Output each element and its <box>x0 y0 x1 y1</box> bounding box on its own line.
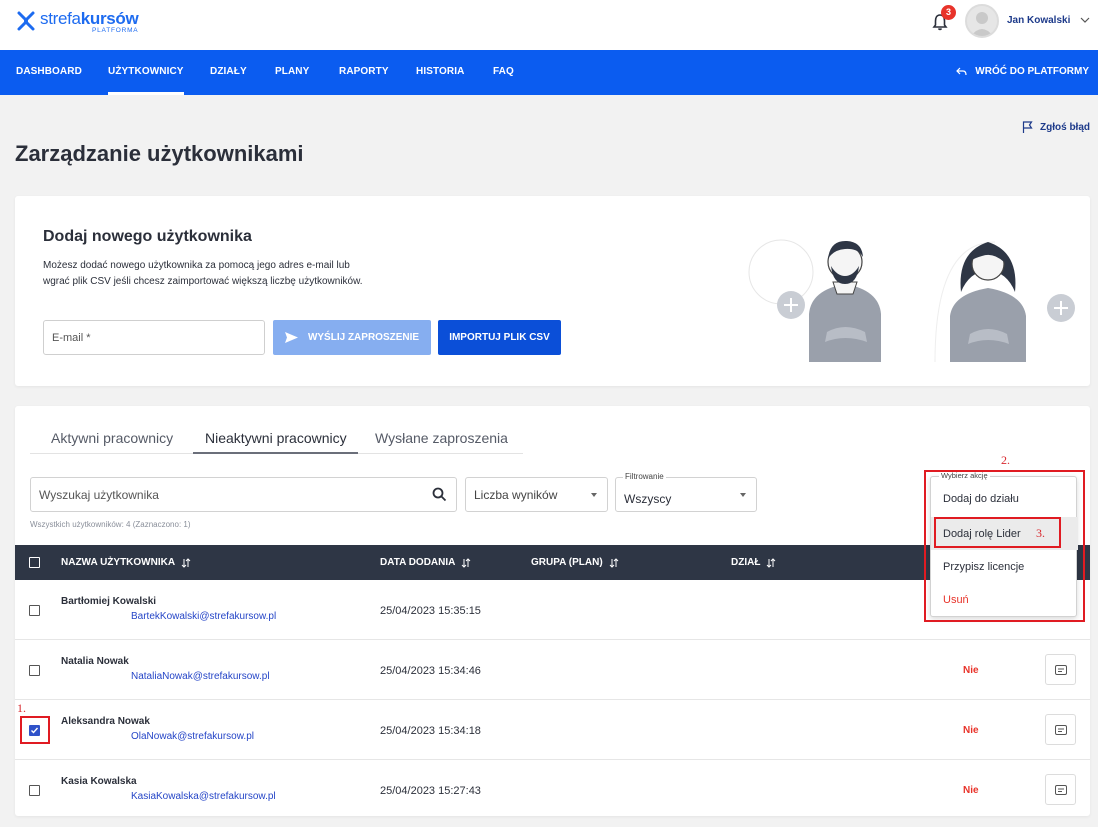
filter-select[interactable]: Filtrowanie Wszyscy <box>615 472 757 512</box>
report-bug-label: Zgłoś błąd <box>1040 121 1090 133</box>
date-added-cell: 25/04/2023 15:27:43 <box>380 785 481 797</box>
user-name-cell: Natalia Nowak <box>61 656 129 667</box>
date-added-cell: 25/04/2023 15:35:15 <box>380 605 481 617</box>
license-button[interactable] <box>1045 774 1076 805</box>
table-row: Kasia Kowalska KasiaKowalska@strefakurso… <box>15 760 1090 820</box>
search-input[interactable]: Wyszukaj użytkownika <box>30 477 457 512</box>
user-name[interactable]: Jan Kowalski <box>1007 15 1070 26</box>
brand-logo[interactable]: strefakursów PLATFORMA <box>15 9 139 35</box>
column-user-name[interactable]: NAZWA UŻYTKOWNIKA <box>61 557 191 568</box>
license-button[interactable] <box>1045 714 1076 745</box>
search-icon[interactable] <box>432 487 447 502</box>
send-icon <box>284 332 298 343</box>
status-cell: Nie <box>963 785 979 796</box>
back-label: WRÓĆ DO PLATFORMY <box>975 66 1089 77</box>
user-email-link[interactable]: NataliaNowak@strefakursow.pl <box>131 671 270 682</box>
add-users-illustration-icon <box>748 239 1075 362</box>
add-user-description: Możesz dodać nowego użytkownika za pomoc… <box>43 258 403 290</box>
annotation-step-3: 3. <box>1036 526 1045 540</box>
user-email-link[interactable]: BartekKowalski@strefakursow.pl <box>131 611 276 622</box>
table-row: Natalia Nowak NataliaNowak@strefakursow.… <box>15 640 1090 700</box>
license-button[interactable] <box>1045 654 1076 685</box>
nav-plans[interactable]: PLANY <box>275 66 309 77</box>
send-invitation-label: WYŚLIJ ZAPROSZENIE <box>307 332 420 343</box>
column-group-plan[interactable]: GRUPA (PLAN) <box>531 557 619 568</box>
row-checkbox[interactable] <box>29 605 40 616</box>
user-avatar-icon <box>971 12 993 36</box>
user-name-cell: Aleksandra Nowak <box>61 716 150 727</box>
sort-icon <box>181 557 191 568</box>
brand-name-bold: kursów <box>80 9 139 28</box>
notification-badge: 3 <box>941 5 956 20</box>
nav-reports[interactable]: RAPORTY <box>339 66 389 77</box>
user-name-cell: Kasia Kowalska <box>61 776 137 787</box>
logo-mark-icon <box>17 11 35 31</box>
table-row: Aleksandra Nowak OlaNowak@strefakursow.p… <box>15 700 1090 760</box>
date-added-cell: 25/04/2023 15:34:46 <box>380 665 481 677</box>
sort-icon <box>609 557 619 568</box>
status-cell: Nie <box>963 665 979 676</box>
search-placeholder: Wyszukaj użytkownika <box>39 488 159 502</box>
ticket-icon <box>1055 725 1067 735</box>
column-department-label: DZIAŁ <box>731 557 761 568</box>
users-count: Wszystkich użytkowników: 4 (Zaznaczono: … <box>30 520 191 529</box>
main-nav: DASHBOARD UŻYTKOWNICY DZIAŁY PLANY RAPOR… <box>0 50 1098 95</box>
column-group-plan-label: GRUPA (PLAN) <box>531 557 603 568</box>
import-csv-button[interactable]: IMPORTUJ PLIK CSV <box>438 320 561 355</box>
user-email-link[interactable]: KasiaKowalska@strefakursow.pl <box>131 791 276 802</box>
add-user-description-line-2: wgrać plik CSV jeśli chcesz zaimportować… <box>43 276 363 287</box>
back-arrow-icon <box>956 67 967 76</box>
add-user-description-line-1: Możesz dodać nowego użytkownika za pomoc… <box>43 260 350 271</box>
flag-icon <box>1022 121 1033 133</box>
annotation-box-checkbox <box>20 716 50 744</box>
top-bar: strefakursów PLATFORMA 3 Jan Kowalski <box>0 0 1098 50</box>
add-user-card: Dodaj nowego użytkownika Możesz dodać no… <box>15 196 1090 386</box>
annotation-step-1: 1. <box>17 701 26 715</box>
column-department[interactable]: DZIAŁ <box>731 557 776 568</box>
back-to-platform-link[interactable]: WRÓĆ DO PLATFORMY <box>956 66 1089 77</box>
status-cell: Nie <box>963 725 979 736</box>
column-date-added[interactable]: DATA DODANIA <box>380 557 471 568</box>
sort-icon <box>462 557 471 568</box>
date-added-cell: 25/04/2023 15:34:18 <box>380 725 481 737</box>
user-name-cell: Bartłomiej Kowalski <box>61 596 157 607</box>
filter-label: Filtrowanie <box>623 472 666 481</box>
results-limit-label: Liczba wyników <box>474 488 558 502</box>
email-field[interactable]: E-mail * <box>43 320 265 355</box>
column-date-added-label: DATA DODANIA <box>380 557 456 568</box>
tab-sent-invitations[interactable]: Wysłane zaproszenia <box>375 430 508 446</box>
caret-down-icon <box>591 493 597 497</box>
nav-departments[interactable]: DZIAŁY <box>210 66 247 77</box>
brand-sub: PLATFORMA <box>91 27 139 34</box>
tab-inactive-employees[interactable]: Nieaktywni pracownicy <box>193 430 358 454</box>
nav-dashboard[interactable]: DASHBOARD <box>16 66 82 77</box>
brand-name-light: strefa <box>40 9 81 28</box>
ticket-icon <box>1055 665 1067 675</box>
sort-icon <box>767 557 776 568</box>
results-limit-select[interactable]: Liczba wyników <box>465 477 608 512</box>
add-user-title: Dodaj nowego użytkownika <box>43 228 252 245</box>
user-email-link[interactable]: OlaNowak@strefakursow.pl <box>131 731 254 742</box>
row-checkbox[interactable] <box>29 665 40 676</box>
nav-faq[interactable]: FAQ <box>493 66 514 77</box>
page-title: Zarządzanie użytkownikami <box>15 141 304 166</box>
chevron-down-icon[interactable] <box>1080 15 1090 25</box>
annotation-step-2: 2. <box>1001 453 1010 467</box>
nav-history[interactable]: HISTORIA <box>416 66 464 77</box>
filter-value: Wszyscy <box>624 492 672 506</box>
tab-active-employees[interactable]: Aktywni pracownicy <box>51 430 173 446</box>
row-checkbox[interactable] <box>29 785 40 796</box>
caret-down-icon <box>740 493 746 497</box>
avatar[interactable] <box>965 4 999 38</box>
ticket-icon <box>1055 785 1067 795</box>
select-all-checkbox[interactable] <box>29 557 40 568</box>
send-invitation-button[interactable]: WYŚLIJ ZAPROSZENIE <box>273 320 431 355</box>
nav-users[interactable]: UŻYTKOWNICY <box>108 66 184 95</box>
report-bug-link[interactable]: Zgłoś błąd <box>1022 121 1090 133</box>
column-user-name-label: NAZWA UŻYTKOWNIKA <box>61 557 176 568</box>
